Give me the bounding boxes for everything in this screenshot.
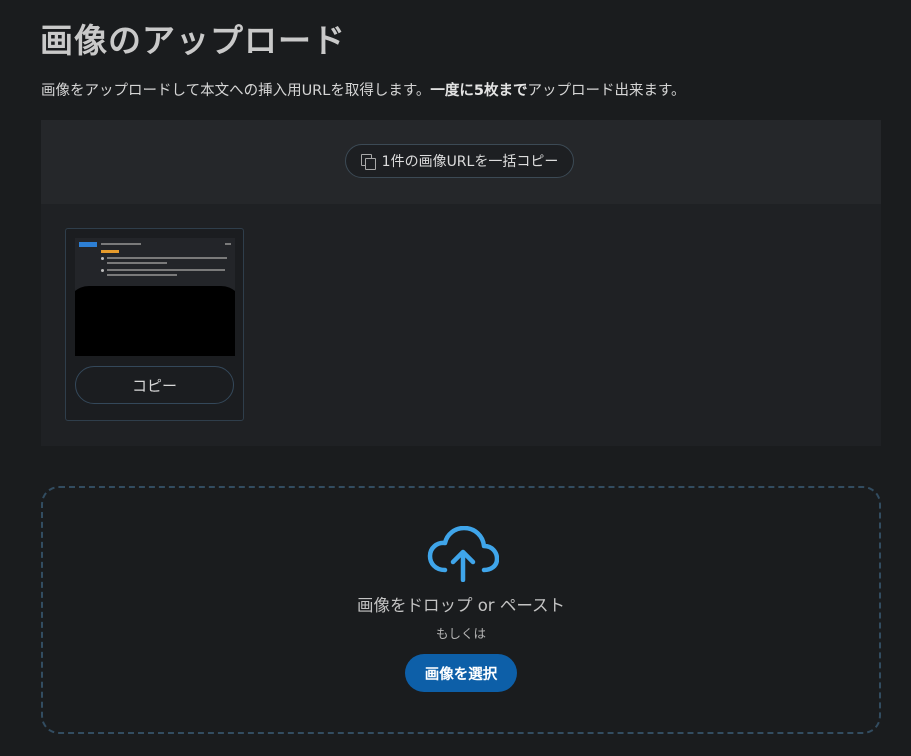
drop-instruction: 画像をドロップ or ペースト (356, 596, 566, 615)
image-thumbnail[interactable] (75, 238, 235, 356)
uploaded-images-panel: 1件の画像URLを一括コピー コピー (41, 120, 881, 446)
intro-limit-text: 一度に5枚まで (430, 83, 528, 99)
gallery-header: 1件の画像URLを一括コピー (41, 120, 881, 204)
copy-icon (360, 154, 376, 170)
copy-all-label: 1件の画像URLを一括コピー (381, 154, 559, 170)
uploaded-image-card: コピー (65, 228, 244, 421)
intro-text: 画像をアップロードして本文への挿入用URLを取得します。 (41, 83, 431, 99)
thumbnail-bullet (101, 269, 104, 272)
thumbnail-text-line (107, 274, 177, 276)
page-description: 画像をアップロードして本文への挿入用URLを取得します。一度に5枚までアップロー… (41, 79, 686, 100)
thumbnail-text-line (101, 243, 141, 245)
thumbnail-badge (79, 242, 97, 247)
select-image-button[interactable]: 画像を選択 (405, 654, 517, 692)
thumbnail-bullet (101, 257, 104, 260)
intro-suffix-text: アップロード出来ます。 (527, 83, 686, 99)
thumbnail-text-line (225, 243, 231, 245)
redaction-overlay (75, 286, 235, 356)
thumbnail-link (101, 250, 119, 253)
page-title: 画像のアップロード (40, 21, 346, 60)
or-separator: もしくは (435, 626, 486, 641)
copy-url-button[interactable]: コピー (75, 366, 234, 404)
thumbnail-text-line (107, 257, 227, 259)
upload-dropzone[interactable]: 画像をドロップ or ペースト もしくは 画像を選択 (41, 486, 881, 734)
copy-all-urls-button[interactable]: 1件の画像URLを一括コピー (345, 144, 574, 178)
thumbnail-text-line (107, 262, 167, 264)
thumbnail-text-line (107, 269, 225, 271)
cloud-upload-icon (427, 526, 499, 582)
